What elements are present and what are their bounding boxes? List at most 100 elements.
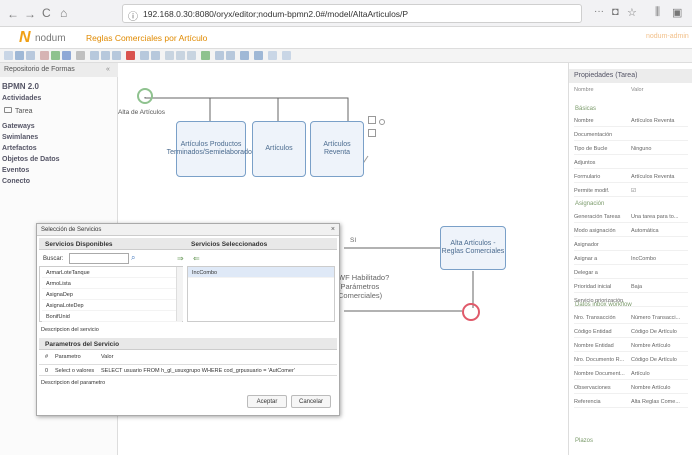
property-row[interactable]: Nro. Documento R... Código De Artículo [574,355,688,366]
section-deadlines[interactable]: Plazos [575,438,593,444]
end-event[interactable] [462,303,480,321]
layout-icon[interactable] [254,51,263,60]
property-row[interactable]: Modo asignación Automática [574,226,688,237]
sidebar-icon[interactable]: ▣ [672,6,682,19]
property-row[interactable]: Asignar a IncCombo [574,254,688,265]
search-input[interactable] [69,253,129,264]
section-swimlanes[interactable]: Swimlanes [2,134,38,141]
undo-icon[interactable] [51,51,60,60]
property-row[interactable]: Nombre Document... Artículo [574,369,688,380]
delete-icon[interactable] [76,51,85,60]
accept-button[interactable]: Aceptar [247,395,287,408]
section-bpmn[interactable]: BPMN 2.0 [2,82,39,91]
align-right-icon[interactable] [112,51,121,60]
properties-icon[interactable] [240,51,249,60]
search-icon[interactable]: ⌕ [131,253,135,263]
section-assignment[interactable]: Asignación [575,201,604,207]
section-gateways[interactable]: Gateways [2,123,35,130]
cancel-button[interactable]: Cancelar [291,395,331,408]
align-center-icon[interactable] [101,51,110,60]
param-row[interactable]: 0 Select o valores SELECT usuario FROM h… [39,364,337,376]
shape-task[interactable]: Tarea [4,107,33,115]
available-item[interactable]: ArmarLoteTanque [42,267,182,278]
library-icon[interactable]: ⫼ [655,6,660,19]
close-x-icon[interactable] [126,51,135,60]
selected-item[interactable]: IncCombo [188,267,334,278]
property-row[interactable]: Código Entidad Código De Artículo [574,327,688,338]
property-value[interactable]: Ninguno [631,146,687,152]
zoom-in-icon[interactable] [165,51,174,60]
task-reventa[interactable]: Artículos Reventa [310,121,364,177]
validate-icon[interactable] [201,51,210,60]
available-item[interactable]: AsignaDep [42,289,182,300]
section-data-objects[interactable]: Objetos de Datos [2,156,60,163]
settings-icon[interactable] [282,51,291,60]
pocket-icon[interactable]: ◘ [612,6,619,18]
reload-icon[interactable]: C [42,6,51,20]
property-value[interactable]: Alta Reglas Come... [631,399,687,405]
start-event[interactable] [137,88,153,104]
available-item[interactable]: BonifUnid [42,311,182,322]
property-row[interactable]: Generación Tareas Una tarea para to... [574,212,688,223]
section-basic[interactable]: Básicas [575,106,596,112]
grid-icon[interactable] [268,51,277,60]
property-value[interactable]: Nombre Artículo [631,385,687,391]
close-icon[interactable]: × [331,226,335,233]
property-value[interactable]: Una tarea para to... [631,214,687,220]
task-reglas-comerciales[interactable]: Alta Artículos - Reglas Comerciales [440,226,506,270]
property-value[interactable]: Código De Artículo [631,329,687,335]
property-row[interactable]: Tipo de Bucle Ninguno [574,144,688,155]
available-scrollbar[interactable] [176,267,183,321]
paste-icon[interactable] [26,51,35,60]
property-row[interactable]: Adjuntos [574,158,688,169]
forward-icon[interactable]: → [24,7,36,21]
available-item[interactable]: ArmoLista [42,278,182,289]
zoom-fit-icon[interactable] [187,51,196,60]
cut-icon[interactable] [40,51,49,60]
param-row-value[interactable]: SELECT usuario FROM h_gl_usuxgrupo WHERE… [101,368,295,374]
export-icon[interactable] [215,51,224,60]
property-value[interactable]: Número Transacci... [631,315,687,321]
import-icon[interactable] [226,51,235,60]
property-row[interactable]: Documentación [574,130,688,141]
section-artifacts[interactable]: Artefactos [2,145,37,152]
ungroup-icon[interactable] [151,51,160,60]
save-icon[interactable] [4,51,13,60]
add-event-icon[interactable] [379,119,385,125]
property-value[interactable]: ☑ [631,188,687,194]
property-value[interactable]: Automática [631,228,687,234]
user-name[interactable]: nodum-admin [646,33,689,40]
task-productos[interactable]: Artículos Productos Terminados/Semielabo… [167,121,255,177]
property-row[interactable]: Permite modif. ☑ [574,186,688,197]
property-value[interactable]: Artículo [631,371,687,377]
property-value[interactable]: Artículos Reventa [631,174,687,180]
property-value[interactable]: IncCombo [631,256,687,262]
available-item[interactable]: AsignaLoteDep [42,300,182,311]
group-icon[interactable] [140,51,149,60]
align-left-icon[interactable] [90,51,99,60]
property-value[interactable]: Baja [631,284,687,290]
property-row[interactable]: Nombre Artículos Reventa [574,116,688,127]
property-value[interactable]: Código De Artículo [631,357,687,363]
task-articulos[interactable]: Artículos [252,121,306,177]
remove-service-icon[interactable]: ⇐ [193,254,200,263]
property-row[interactable]: Prioridad inicial Baja [574,282,688,293]
property-row[interactable]: Formulario Artículos Reventa [574,172,688,183]
section-activities[interactable]: Actividades [2,95,41,102]
section-connectors[interactable]: Conecto [2,178,30,185]
property-row[interactable]: Servicio priorización [574,296,688,307]
property-row[interactable]: Referencia Alta Reglas Come... [574,397,688,408]
copy-icon[interactable] [15,51,24,60]
collapse-icon[interactable]: « [106,66,110,73]
menu-dots[interactable]: ··· [594,6,604,17]
property-row[interactable]: Asignador [574,240,688,251]
property-row[interactable]: Observaciones Nombre Artículo [574,383,688,394]
add-task-icon[interactable] [368,129,376,137]
back-icon[interactable]: ← [7,7,19,21]
property-row[interactable]: Delegar a [574,268,688,279]
url-bar[interactable]: ⓘ 192.168.0.30:8080/oryx/editor;nodum-bp… [122,4,582,23]
redo-icon[interactable] [62,51,71,60]
bookmark-star-icon[interactable]: ☆ [627,6,637,19]
property-value[interactable]: Nombre Artículo [631,343,687,349]
property-row[interactable]: Nro. Transacción Número Transacci... [574,313,688,324]
